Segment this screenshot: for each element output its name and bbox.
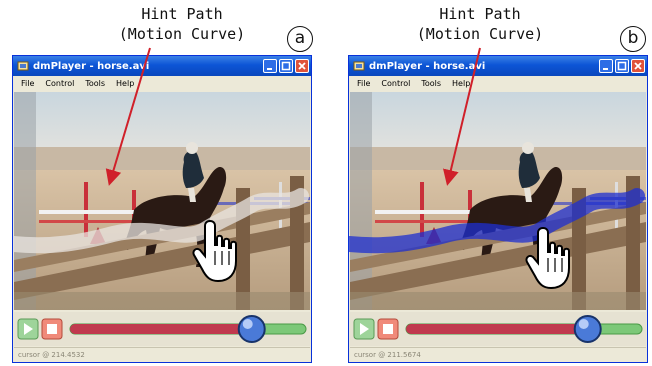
panel-label-a: a [287,26,313,52]
hint-path-overlay [13,188,309,283]
annotation-line2: (Motion Curve) [118,25,246,43]
hint-path [13,188,309,254]
hint-path [349,188,645,254]
annotation-a: Hint Path (Motion Curve) [82,4,282,44]
annotation-line1: Hint Path [141,5,223,23]
hint-path-overlay [349,188,645,290]
panel-label-b: b [620,26,646,52]
annotation-line2: (Motion Curve) [416,25,544,43]
player-window-b: dmPlayer - horse.avi File Control Tools … [348,55,648,363]
annotation-line1: Hint Path [439,5,521,23]
annotation-b: Hint Path (Motion Curve) [380,4,580,44]
player-window-a: dmPlayer - horse.avi File Control Tools … [12,55,312,363]
